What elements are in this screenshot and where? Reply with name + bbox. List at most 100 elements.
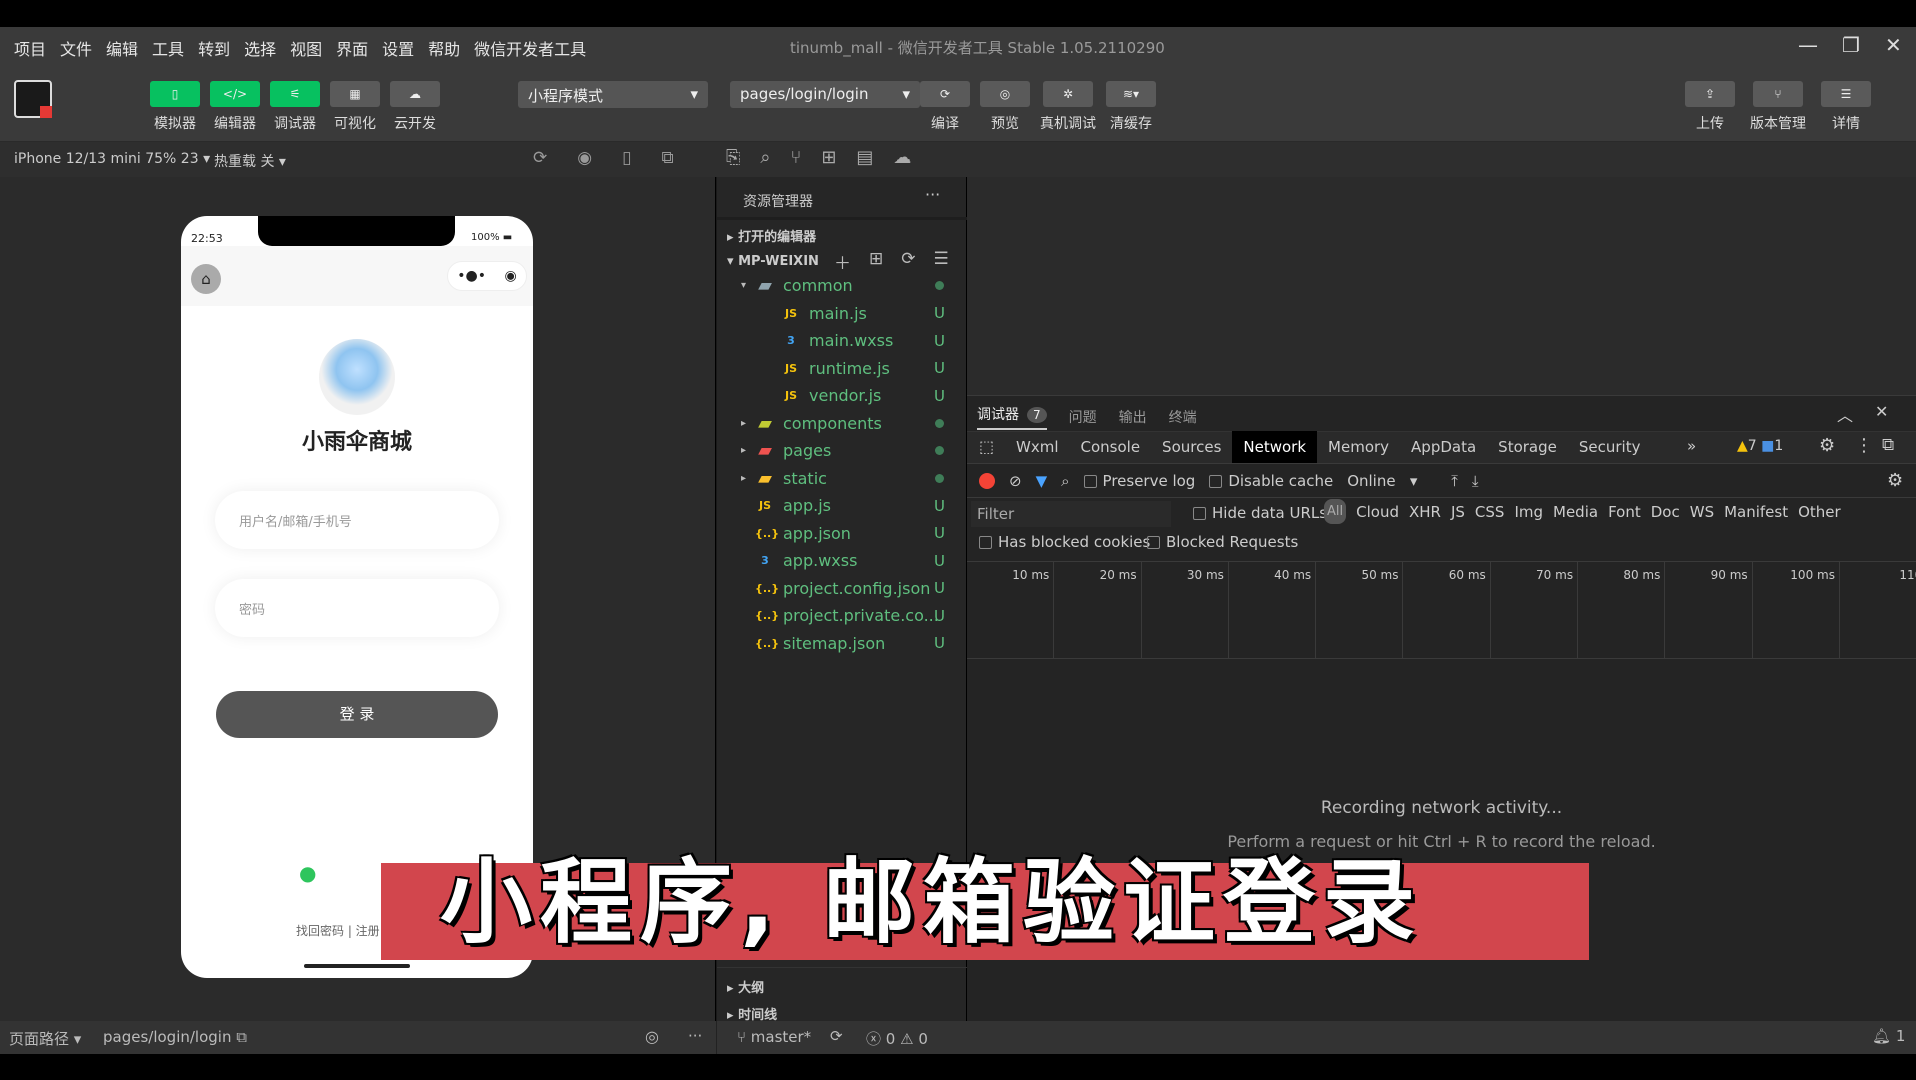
type-filter-all[interactable]: All [1324, 499, 1347, 524]
refresh-icon[interactable]: ⟳ [901, 249, 915, 274]
menu-item[interactable]: 设置 [382, 36, 414, 60]
devtools-top-tab[interactable]: 输出 [1119, 407, 1147, 427]
home-icon[interactable]: ⌂ [191, 264, 221, 294]
file-tree-item[interactable]: {..} app.json U [717, 520, 967, 547]
collapse-panel-button[interactable]: ︿ [1837, 402, 1853, 426]
minimize-button[interactable]: — [1798, 33, 1818, 57]
type-filter-js[interactable]: JS [1451, 503, 1465, 521]
more-tabs-icon[interactable]: » [1687, 437, 1696, 455]
notifications-bell[interactable]: 🔔︎ 1 [1872, 1027, 1905, 1045]
search-icon[interactable]: ⌕ [760, 147, 770, 168]
device-select[interactable]: iPhone 12/13 mini 75% 23 ▾ [14, 151, 210, 167]
hide-data-urls-checkbox[interactable]: Hide data URLs [1193, 504, 1327, 522]
toolbar-button-bug[interactable]: ✲ 真机调试 [1040, 81, 1096, 133]
menu-item[interactable]: 微信开发者工具 [474, 36, 586, 60]
file-tree-item[interactable]: ▸ ▰ components [717, 410, 967, 437]
devtools-tab-security[interactable]: Security [1568, 431, 1652, 463]
toolbar-button-eye[interactable]: ◎ 预览 [980, 81, 1030, 133]
toolbar-button-code[interactable]: </> 编辑器 [210, 81, 260, 133]
wechat-icon[interactable]: ● [299, 861, 316, 885]
devtools-tab-sources[interactable]: Sources [1151, 431, 1232, 463]
more-icon[interactable]: ··· [688, 1027, 702, 1045]
toolbar-button-menu[interactable]: ☰ 详情 [1821, 81, 1871, 133]
outline-section[interactable]: ▸ 大纲 [727, 977, 764, 996]
toolbar-button-branch[interactable]: ⑂ 版本管理 [1750, 81, 1806, 133]
toolbar-button-cloud[interactable]: ☁ 云开发 [390, 81, 440, 133]
account-links[interactable]: 找回密码 | 注册 [296, 922, 380, 939]
type-filter-manifest[interactable]: Manifest [1724, 503, 1788, 521]
inspect-icon[interactable]: ⬚ [979, 437, 994, 456]
menu-item[interactable]: 编辑 [106, 36, 138, 60]
search-icon[interactable]: ⌕ [1061, 472, 1069, 490]
type-filter-ws[interactable]: WS [1690, 503, 1714, 521]
blocked-cookies-checkbox[interactable]: Has blocked cookies [979, 533, 1150, 551]
devtools-top-tab[interactable]: 调试器 7 [977, 404, 1047, 430]
hot-reload-toggle[interactable]: 热重载 关 ▾ [214, 151, 286, 171]
open-editors-section[interactable]: ▸ 打开的编辑器 [727, 226, 816, 245]
clear-icon[interactable]: ⊘ [1009, 472, 1022, 490]
file-tree-item[interactable]: {..} sitemap.json U [717, 630, 967, 657]
git-icon[interactable]: ⑂ [791, 147, 802, 168]
sync-icon[interactable]: ⟳ [830, 1027, 843, 1045]
phone-icon[interactable]: ▯ [622, 148, 631, 168]
file-tree-item[interactable]: JS vendor.js U [717, 382, 967, 409]
menu-item[interactable]: 界面 [336, 36, 368, 60]
type-filter-xhr[interactable]: XHR [1409, 503, 1441, 521]
page-select[interactable]: pages/login/login ▾ [730, 81, 920, 108]
file-tree-item[interactable]: ▾ ▰ common [717, 272, 967, 299]
files-icon[interactable]: ⎘ [726, 147, 740, 168]
type-filter-css[interactable]: CSS [1475, 503, 1505, 521]
devtools-tab-memory[interactable]: Memory [1317, 431, 1400, 463]
password-input[interactable]: 密码 [215, 579, 499, 637]
devtools-tab-storage[interactable]: Storage [1487, 431, 1568, 463]
devtools-tab-appdata[interactable]: AppData [1400, 431, 1487, 463]
devtools-top-tab[interactable]: 问题 [1069, 407, 1097, 427]
toolbar-button-phone[interactable]: ▯ 模拟器 [150, 81, 200, 133]
eye-icon[interactable]: ◎ [645, 1027, 659, 1046]
file-tree-item[interactable]: ▸ ▰ pages [717, 437, 967, 464]
menu-item[interactable]: 视图 [290, 36, 322, 60]
file-tree-item[interactable]: JS runtime.js U [717, 355, 967, 382]
disable-cache-checkbox[interactable]: Disable cache [1209, 472, 1333, 490]
username-input[interactable]: 用户名/邮箱/手机号 [215, 491, 499, 549]
devtools-tab-wxml[interactable]: Wxml [1005, 431, 1070, 463]
import-icon[interactable]: ⤒ [1451, 472, 1458, 490]
mode-select[interactable]: 小程序模式 ▾ [518, 81, 708, 108]
toolbar-button-debug[interactable]: ⚟ 调试器 [270, 81, 320, 133]
type-filter-font[interactable]: Font [1608, 503, 1641, 521]
file-tree-item[interactable]: 3 app.wxss U [717, 547, 967, 574]
devtools-tab-console[interactable]: Console [1070, 431, 1152, 463]
filter-icon[interactable]: ▼ [1036, 472, 1048, 490]
collapse-icon[interactable]: ☰ [934, 249, 949, 274]
file-tree-item[interactable]: {..} project.config.json U [717, 575, 967, 602]
toolbar-button-upload[interactable]: ⇪ 上传 [1685, 81, 1735, 133]
file-tree-item[interactable]: 3 main.wxss U [717, 327, 967, 354]
new-file-icon[interactable]: ＋ [834, 249, 851, 274]
kebab-icon[interactable]: ⋮ [1855, 435, 1873, 456]
throttle-select[interactable]: Online ▾ [1347, 472, 1437, 490]
toolbar-button-refresh[interactable]: ⟳ 编译 [920, 81, 970, 133]
extensions-icon[interactable]: ⊞ [821, 147, 836, 168]
capsule-menu[interactable]: •●• ◉ [447, 261, 527, 291]
menu-item[interactable]: 工具 [152, 36, 184, 60]
restore-button[interactable]: ❐ [1842, 33, 1860, 57]
close-panel-button[interactable]: ✕ [1875, 402, 1888, 421]
login-button[interactable]: 登 录 [216, 691, 498, 738]
window-icon[interactable]: ⧉ [661, 148, 673, 168]
menu-item[interactable]: 项目 [14, 36, 46, 60]
menu-item[interactable]: 转到 [198, 36, 230, 60]
panel-icon[interactable]: ▤ [856, 147, 873, 168]
problems-indicator[interactable]: ⓧ 0 ⚠ 0 [866, 1028, 928, 1049]
issues-badge[interactable]: ▲7 ■1 [1737, 438, 1783, 454]
type-filter-cloud[interactable]: Cloud [1356, 503, 1399, 521]
preserve-log-checkbox[interactable]: Preserve log [1083, 472, 1195, 490]
file-tree-item[interactable]: ▸ ▰ static [717, 465, 967, 492]
project-section[interactable]: ▾ MP-WEIXIN [727, 254, 819, 269]
settings-icon[interactable]: ⚙ [1819, 435, 1835, 456]
type-filter-img[interactable]: Img [1514, 503, 1543, 521]
page-path[interactable]: pages/login/login ⧉ [103, 1028, 247, 1046]
type-filter-media[interactable]: Media [1553, 503, 1598, 521]
new-folder-icon[interactable]: ⊞ [869, 249, 883, 274]
rotate-icon[interactable]: ⟳ [533, 148, 547, 168]
git-branch[interactable]: ⑂ master* [737, 1028, 811, 1046]
